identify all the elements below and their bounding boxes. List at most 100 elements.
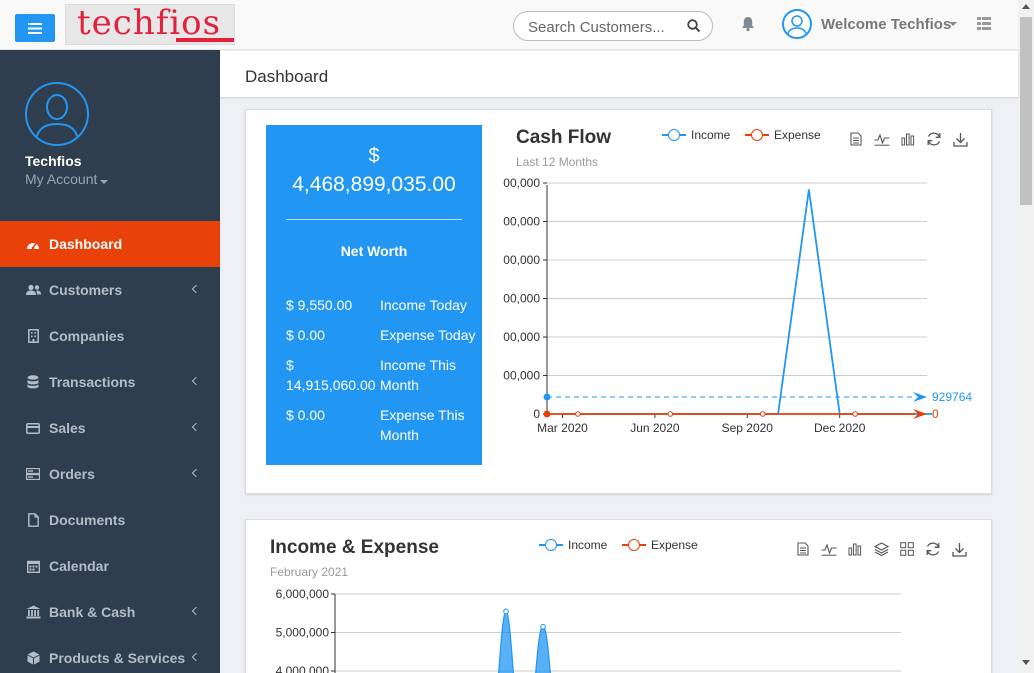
net-worth-amount: 4,468,899,035.00 — [292, 173, 456, 196]
sidebar-item-companies[interactable]: Companies — [0, 313, 220, 359]
dashboard-icon — [25, 236, 41, 252]
sidebar-item-customers[interactable]: Customers — [0, 267, 220, 313]
search-icon[interactable] — [687, 19, 701, 33]
sidebar-item-calendar[interactable]: Calendar — [0, 543, 220, 589]
y-tick-label: 00,000 — [503, 369, 540, 383]
stack-icon[interactable] — [873, 541, 889, 557]
y-tick-label: 00,000 — [503, 215, 540, 229]
tiled-icon[interactable] — [899, 541, 915, 557]
welcome-user-menu[interactable]: Welcome Techfios — [821, 16, 951, 33]
legend-expense-marker — [622, 539, 646, 551]
file-icon — [25, 512, 41, 528]
legend-expense[interactable]: Expense — [745, 128, 821, 142]
cash-flow-chart[interactable]: 0 00,000 00,000 00,000 00,000 00,000 00,000 Ma… — [502, 166, 982, 496]
income-today-label: Income Today — [380, 297, 467, 313]
bell-icon[interactable] — [741, 16, 755, 32]
sidebar-toggle-button[interactable] — [15, 14, 55, 42]
download-icon[interactable] — [951, 541, 967, 557]
legend-label: Expense — [774, 128, 821, 142]
page-scrollbar[interactable] — [1018, 0, 1034, 673]
logo[interactable]: techfios — [65, 3, 235, 45]
y-tick-label: 5,000,000 — [276, 626, 330, 640]
search-box — [513, 11, 713, 41]
data-view-icon[interactable] — [848, 131, 864, 147]
expense-month-label: Expense This Month — [380, 407, 465, 443]
divider — [286, 219, 462, 220]
sidebar-item-sales[interactable]: Sales — [0, 405, 220, 451]
user-avatar[interactable] — [782, 9, 812, 39]
logo-tagline-bar — [176, 38, 234, 42]
users-icon — [25, 282, 41, 298]
legend-label: Expense — [651, 538, 698, 552]
sidebar-item-documents[interactable]: Documents — [0, 497, 220, 543]
expense-point — [667, 411, 674, 417]
income-month-label: Income This Month — [380, 357, 456, 393]
income-today-value: $ 9,550.00 — [286, 297, 353, 313]
sidebar-item-bank-cash[interactable]: Bank & Cash — [0, 589, 220, 635]
chevron-left-icon — [191, 284, 201, 294]
download-icon[interactable] — [952, 131, 968, 147]
y-axis-ticks: 0 00,000 00,000 00,000 00,000 00,000 00,000 — [503, 176, 547, 421]
legend-expense[interactable]: Expense — [622, 538, 698, 552]
chevron-down-icon[interactable] — [949, 22, 957, 26]
refresh-icon[interactable] — [926, 131, 942, 147]
building-icon — [25, 328, 41, 344]
legend-income[interactable]: Income — [662, 128, 730, 142]
sidebar-item-dashboard[interactable]: Dashboard — [0, 221, 220, 267]
legend-expense-marker — [745, 129, 769, 141]
scrollbar-thumb[interactable] — [1020, 17, 1032, 205]
net-worth-label: Net Worth — [340, 243, 408, 259]
cube-icon — [25, 650, 41, 666]
net-worth-currency: $ — [368, 145, 380, 167]
sidebar-item-label: Orders — [49, 466, 95, 482]
sidebar-item-label: Sales — [49, 420, 86, 436]
chevron-down-icon[interactable] — [100, 180, 108, 184]
cash-flow-card: $ 4,468,899,035.00 Net Worth $ 9,550.00 … — [245, 109, 992, 494]
expense-today-value: $ 0.00 — [286, 327, 325, 343]
bar-chart-icon[interactable] — [847, 541, 863, 557]
net-worth-panel: $ 4,468,899,035.00 Net Worth $ 9,550.00 … — [266, 125, 482, 465]
search-input[interactable] — [528, 17, 678, 37]
x-tick-label: Sep 2020 — [722, 421, 774, 435]
sidebar-item-orders[interactable]: Orders — [0, 451, 220, 497]
scroll-down-arrow-icon[interactable] — [1022, 660, 1030, 665]
legend-income-marker — [539, 539, 563, 551]
my-account-link[interactable]: My Account — [25, 171, 97, 187]
legend-label: Income — [691, 128, 731, 142]
sidebar-item-transactions[interactable]: Transactions — [0, 359, 220, 405]
line-chart-icon[interactable] — [821, 541, 837, 557]
chevron-left-icon — [191, 468, 201, 478]
income-markline-label: 929764 — [932, 390, 972, 404]
database-icon — [25, 374, 41, 390]
income-markline-start — [543, 393, 551, 401]
line-chart-icon[interactable] — [874, 131, 890, 147]
logo-text: techfios — [77, 3, 222, 43]
sidebar-item-label: Dashboard — [49, 236, 123, 252]
sidebar-item-label: Calendar — [49, 558, 109, 574]
apps-grid-icon[interactable] — [977, 17, 991, 30]
bank-icon — [25, 604, 41, 620]
sidebar: Techfios My Account Dashboard Customers … — [0, 50, 220, 673]
calendar-icon — [25, 558, 41, 574]
sidebar-item-products-services[interactable]: Products & Services — [0, 635, 220, 673]
chart-series: 929764 0 — [543, 189, 972, 421]
x-tick-label: Dec 2020 — [814, 421, 866, 435]
sidebar-item-label: Bank & Cash — [49, 604, 136, 620]
scroll-up-arrow-icon[interactable] — [1022, 4, 1030, 9]
expense-point — [852, 411, 858, 417]
y-tick-label: 4,000,000 — [276, 664, 330, 673]
chart-gridlines — [546, 182, 927, 414]
data-view-icon[interactable] — [795, 541, 811, 557]
refresh-icon[interactable] — [925, 541, 941, 557]
income-month-value: $ 14,915,060.00 — [286, 357, 376, 393]
chart-title: Income & Expense — [270, 537, 439, 558]
legend-income[interactable]: Income — [539, 538, 607, 552]
user-icon — [786, 15, 808, 37]
expense-point — [759, 411, 766, 417]
income-area — [498, 610, 514, 673]
bar-chart-icon[interactable] — [900, 131, 916, 147]
sidebar-avatar[interactable] — [25, 82, 89, 146]
legend-income-marker — [662, 129, 686, 141]
income-expense-chart[interactable]: 6,000,000 5,000,000 4,000,000 — [246, 582, 991, 673]
chart-title: Cash Flow — [516, 127, 612, 148]
